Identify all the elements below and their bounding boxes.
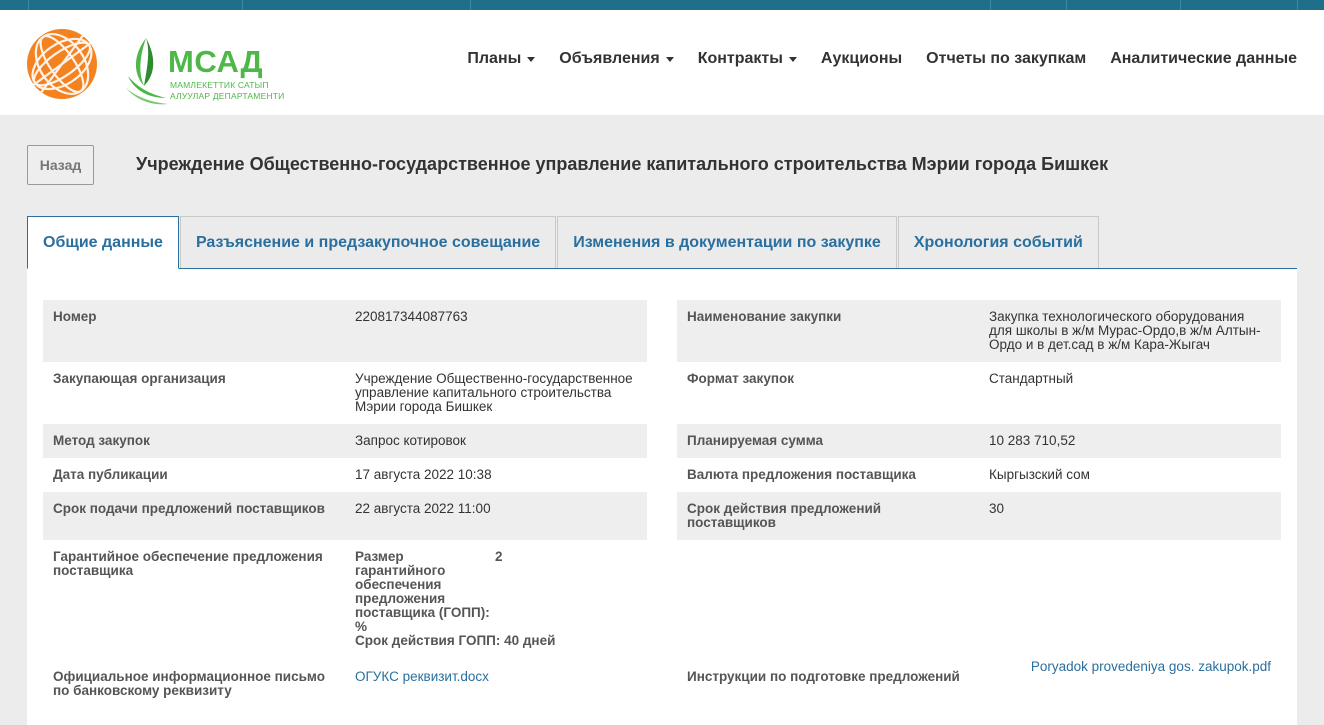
msad-subtitle-line2: АЛУУЛАР ДЕПАРТАМЕНТИ — [170, 91, 285, 101]
detail-label: Номер — [53, 309, 97, 324]
globe-logo-icon[interactable] — [26, 28, 98, 100]
details-panel: Номер 220817344087763 Закупающая организ… — [27, 268, 1297, 725]
detail-label: Планируемая сумма — [687, 433, 824, 448]
detail-row-validity: Срок действия предложений поставщиков 30 — [677, 492, 1281, 540]
detail-label: Закупающая организация — [53, 371, 226, 386]
detail-row-publication-date: Дата публикации 17 августа 2022 10:38 — [43, 458, 647, 492]
detail-row-procurement-name: Наименование закупки Закупка технологиче… — [677, 300, 1281, 362]
tab-documentation-changes[interactable]: Изменения в документации по закупке — [557, 216, 897, 269]
nav-label: Объявления — [559, 50, 660, 67]
nav-label: Аналитические данные — [1110, 50, 1297, 67]
detail-value: 10 283 710,52 — [989, 433, 1076, 448]
caret-down-icon — [788, 56, 797, 62]
nav-announcements[interactable]: Объявления — [559, 50, 674, 68]
detail-label: Гарантийное обеспечение предложения пост… — [53, 549, 323, 578]
detail-row-guarantee: Гарантийное обеспечение предложения пост… — [43, 540, 647, 660]
details-left-column: Номер 220817344087763 Закупающая организ… — [43, 300, 647, 708]
nav-label: Планы — [467, 50, 522, 67]
detail-value: Запрос котировок — [355, 433, 466, 448]
detail-value: 220817344087763 — [355, 309, 468, 324]
strip-divider — [470, 0, 471, 10]
details-right-column: Наименование закупки Закупка технологиче… — [677, 300, 1281, 708]
strip-divider — [1297, 0, 1298, 10]
nav-label: Отчеты по закупкам — [926, 50, 1087, 67]
leaf-icon — [126, 38, 168, 105]
page-title: Учреждение Общественно-государственное у… — [136, 154, 1109, 174]
nav-contracts[interactable]: Контракты — [698, 50, 797, 68]
detail-row-method: Метод закупок Запрос котировок — [43, 424, 647, 458]
caret-down-icon — [527, 56, 536, 62]
instructions-file-link[interactable]: Poryadok provedeniya gos. zakupok.pdf — [1031, 659, 1271, 674]
detail-value: Учреждение Общественно-государственное у… — [355, 371, 633, 414]
detail-row-planned-amount: Планируемая сумма 10 283 710,52 — [677, 424, 1281, 458]
detail-row-instructions: Инструкции по подготовке предложений Por… — [677, 660, 1281, 708]
detail-value: 17 августа 2022 10:38 — [355, 467, 492, 482]
detail-row-currency: Валюта предложения поставщика Кыргызский… — [677, 458, 1281, 492]
guarantee-term: Срок действия ГОПП: 40 дней — [355, 633, 556, 648]
detail-label: Валюта предложения поставщика — [687, 467, 916, 482]
strip-divider — [242, 0, 243, 10]
bank-letter-file-link[interactable]: ОГУКС реквизит.docx — [355, 669, 489, 684]
detail-label: Дата публикации — [53, 467, 168, 482]
msad-logo[interactable]: МСАД МАМЛЕКЕТТИК САТЫП АЛУУЛАР ДЕПАРТАМЕ… — [126, 36, 284, 108]
detail-value: Размер гарантийного обеспечения предложе… — [345, 540, 647, 660]
detail-row-format: Формат закупок Стандартный — [677, 362, 1281, 424]
nav-analytics[interactable]: Аналитические данные — [1110, 50, 1297, 68]
detail-row-number: Номер 220817344087763 — [43, 300, 647, 362]
detail-label: Формат закупок — [687, 371, 794, 386]
detail-value: Кыргызский сом — [989, 467, 1090, 482]
detail-label: Срок действия предложений поставщиков — [687, 501, 882, 530]
title-bar: Назад Учреждение Общественно-государстве… — [27, 145, 1297, 185]
strip-divider — [1180, 0, 1181, 10]
nav-reports[interactable]: Отчеты по закупкам — [926, 50, 1086, 68]
guarantee-size: Размер гарантийного обеспечения предложе… — [355, 550, 637, 634]
detail-row-organization: Закупающая организация Учреждение Общест… — [43, 362, 647, 424]
detail-label: Официальное информационное письмо по бан… — [53, 669, 325, 698]
caret-down-icon — [665, 56, 674, 62]
detail-value: 30 — [989, 501, 1005, 516]
detail-value: ОГУКС реквизит.docx — [345, 660, 647, 708]
detail-value: 22 августа 2022 11:00 — [355, 501, 491, 516]
back-button[interactable]: Назад — [27, 145, 94, 185]
site-header: МСАД МАМЛЕКЕТТИК САТЫП АЛУУЛАР ДЕПАРТАМЕ… — [0, 10, 1324, 115]
detail-row-bank-letter: Официальное информационное письмо по бан… — [43, 660, 647, 708]
detail-label: Метод закупок — [53, 433, 150, 448]
detail-row-deadline: Срок подачи предложений поставщиков 22 а… — [43, 492, 647, 540]
detail-value: Poryadok provedeniya gos. zakupok.pdf — [979, 660, 1281, 708]
tab-general[interactable]: Общие данные — [27, 216, 179, 269]
guarantee-size-label: Размер гарантийного обеспечения предложе… — [355, 549, 490, 634]
detail-label: Инструкции по подготовке предложений — [687, 669, 960, 684]
tab-clarifications[interactable]: Разъяснение и предзакупочное совещание — [179, 216, 557, 269]
detail-label: Наименование закупки — [687, 309, 842, 324]
strip-divider — [28, 0, 29, 10]
top-strip — [0, 0, 1324, 10]
strip-divider — [990, 0, 991, 10]
main-nav: Планы Объявления Контракты Аукционы Отче… — [467, 50, 1297, 68]
detail-value: Стандартный — [989, 371, 1074, 386]
tab-event-history[interactable]: Хронология событий — [897, 216, 1099, 269]
guarantee-size-value: 2 — [495, 549, 503, 564]
detail-value: Закупка технологического оборудования дл… — [989, 309, 1261, 352]
strip-divider — [1066, 0, 1067, 10]
nav-label: Контракты — [697, 50, 783, 67]
msad-title: МСАД — [168, 44, 264, 79]
msad-subtitle-line1: МАМЛЕКЕТТИК САТЫП — [170, 80, 269, 90]
detail-label: Срок подачи предложений поставщиков — [53, 501, 325, 516]
nav-auctions[interactable]: Аукционы — [821, 50, 902, 68]
tab-bar: Общие данные Разъяснение и предзакупочно… — [27, 216, 1100, 269]
nav-label: Аукционы — [820, 50, 903, 67]
nav-plans[interactable]: Планы — [467, 50, 536, 68]
detail-row-empty — [677, 540, 1281, 660]
